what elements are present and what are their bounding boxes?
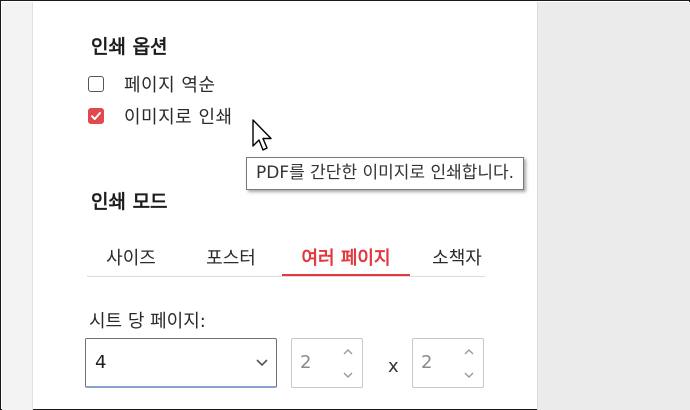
tab-size[interactable]: 사이즈 <box>101 239 161 275</box>
checkmark-icon <box>91 112 101 120</box>
columns-value: 2 <box>300 352 312 373</box>
left-gutter-divider <box>32 2 33 410</box>
mouse-pointer-icon <box>252 119 272 151</box>
print-as-image-tooltip: PDF를 간단한 이미지로 인쇄합니다. <box>246 157 525 190</box>
print-as-image-label: 이미지로 인쇄 <box>124 107 233 128</box>
tabs-baseline <box>87 276 485 277</box>
chevron-down-icon[interactable] <box>462 370 476 380</box>
reverse-pages-checkbox[interactable] <box>88 76 104 92</box>
rows-stepper[interactable]: 2 <box>412 338 484 388</box>
print-as-image-checkbox[interactable] <box>88 108 104 124</box>
tab-poster[interactable]: 포스터 <box>201 239 261 275</box>
preview-pane <box>538 2 690 410</box>
chevron-up-icon[interactable] <box>341 347 355 357</box>
chevron-up-icon[interactable] <box>462 347 476 357</box>
times-symbol: x <box>388 356 399 377</box>
print-mode-tabs: 사이즈 포스터 여러 페이지 소책자 <box>87 239 485 277</box>
pages-per-sheet-value: 4 <box>95 352 107 373</box>
columns-stepper[interactable]: 2 <box>291 338 363 388</box>
reverse-pages-option[interactable]: 페이지 역순 <box>88 73 216 96</box>
tab-multiple-pages[interactable]: 여러 페이지 <box>282 239 410 277</box>
print-as-image-option[interactable]: 이미지로 인쇄 <box>88 105 233 128</box>
chevron-down-icon[interactable] <box>341 370 355 380</box>
print-mode-title: 인쇄 모드 <box>91 191 168 213</box>
chevron-down-icon <box>256 359 268 367</box>
print-dialog-panel: 인쇄 옵션 페이지 역순 이미지로 인쇄 PDF를 간단한 이미지로 인쇄합니다… <box>0 0 690 410</box>
pages-per-sheet-select[interactable]: 4 <box>85 338 277 388</box>
print-options-title: 인쇄 옵션 <box>91 36 168 58</box>
reverse-pages-label: 페이지 역순 <box>124 75 216 96</box>
tab-booklet[interactable]: 소책자 <box>427 239 487 275</box>
pages-per-sheet-label: 시트 당 페이지: <box>89 311 206 332</box>
rows-value: 2 <box>421 352 433 373</box>
left-gutter <box>2 2 32 410</box>
